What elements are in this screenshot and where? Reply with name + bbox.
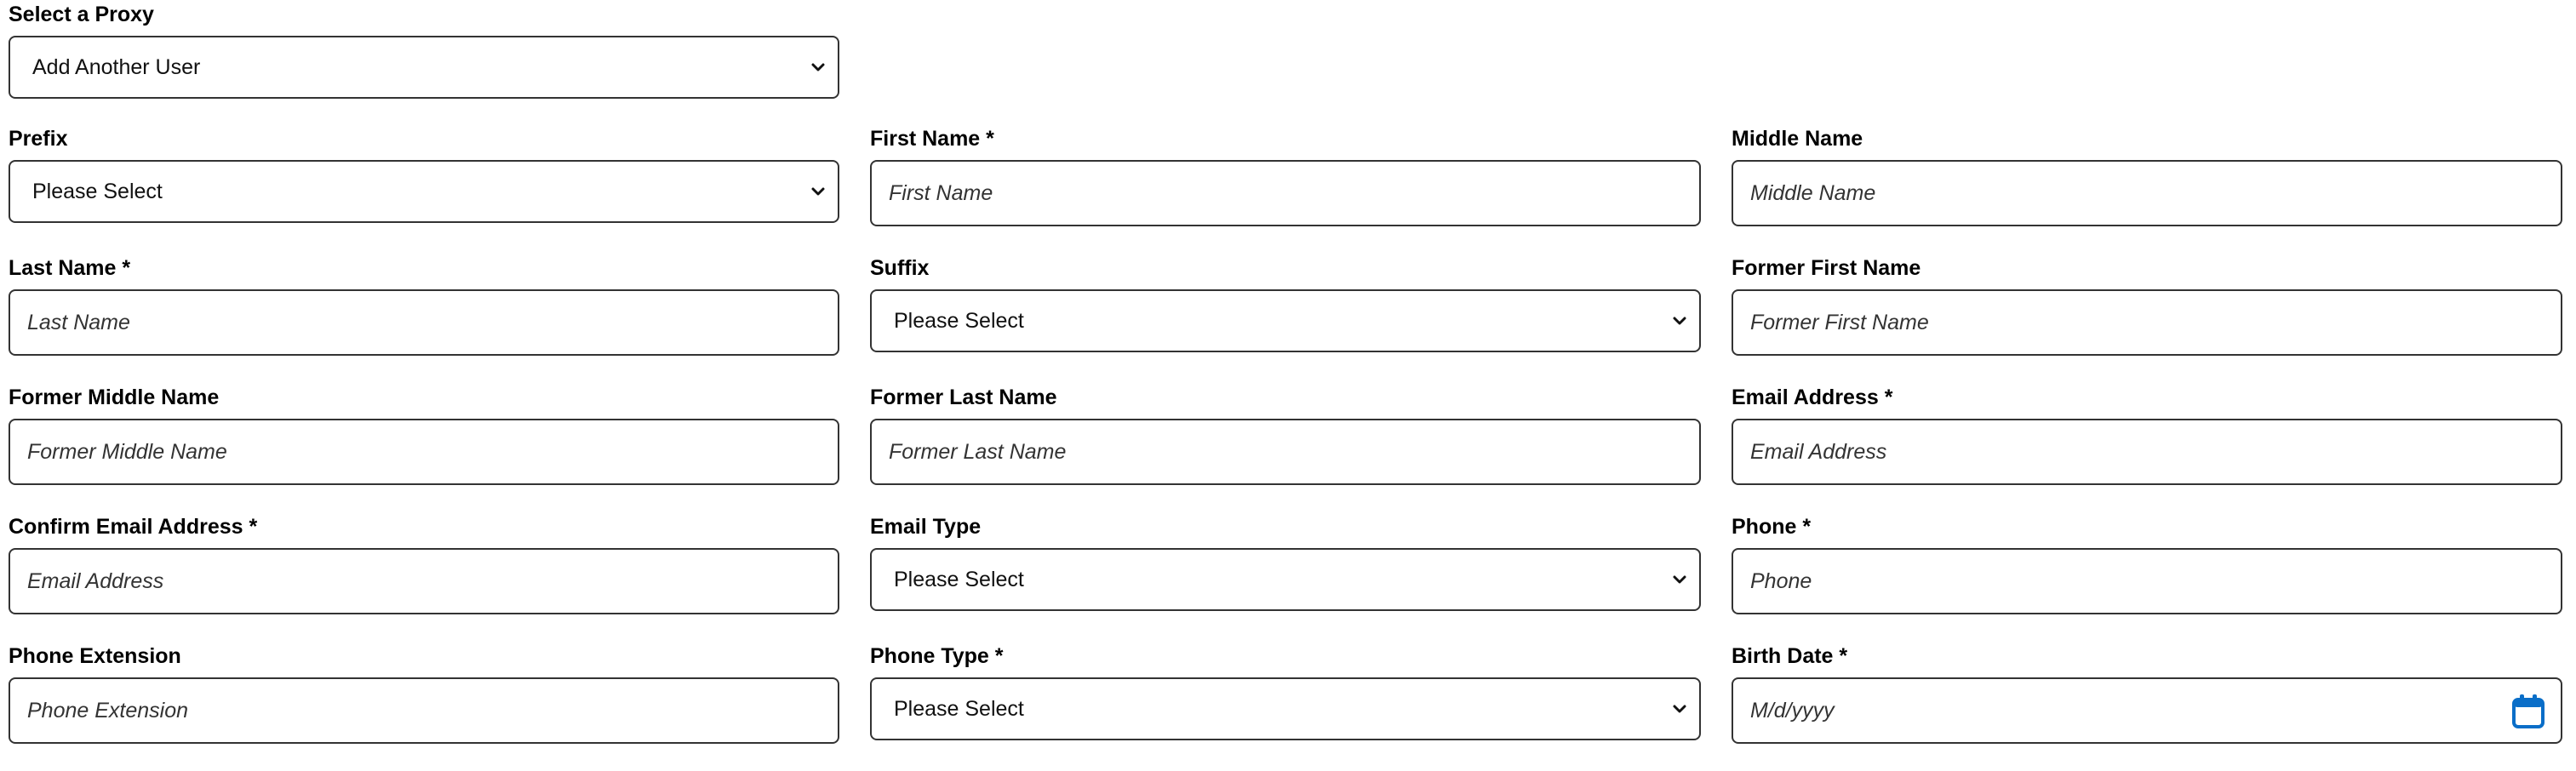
- phone-extension-label: Phone Extension: [9, 644, 181, 668]
- proxy-select[interactable]: Add Another User: [9, 36, 839, 99]
- email-address-input-wrapper: [1732, 419, 2562, 485]
- middle-name-input-wrapper: [1732, 160, 2562, 226]
- email-type-field: Email Type Please Select: [870, 512, 1701, 642]
- confirm-email-input[interactable]: [10, 550, 838, 613]
- phone-extension-field: Phone Extension: [9, 642, 839, 771]
- former-first-name-input-wrapper: [1732, 289, 2562, 356]
- last-name-input[interactable]: [10, 291, 838, 354]
- email-type-select[interactable]: Please Select: [870, 548, 1701, 611]
- former-middle-name-input-wrapper: [9, 419, 839, 485]
- last-name-field: Last Name *: [9, 254, 839, 383]
- former-middle-name-label: Former Middle Name: [9, 386, 220, 409]
- first-name-input-wrapper: [870, 160, 1701, 226]
- former-middle-name-field: Former Middle Name: [9, 383, 839, 512]
- confirm-email-label: Confirm Email Address *: [9, 515, 258, 539]
- proxy-select-value: Add Another User: [32, 55, 201, 79]
- proxy-field: Select a Proxy Add Another User: [9, 0, 839, 99]
- phone-input-wrapper: [1732, 548, 2562, 614]
- chevron-down-icon: [1673, 705, 1686, 713]
- first-name-input[interactable]: [872, 162, 1699, 225]
- middle-name-input[interactable]: [1733, 162, 2561, 225]
- birth-date-field: Birth Date *: [1732, 642, 2562, 771]
- birth-date-label: Birth Date *: [1732, 644, 1848, 668]
- phone-input[interactable]: [1733, 550, 2561, 613]
- phone-field: Phone *: [1732, 512, 2562, 642]
- phone-type-field: Phone Type * Please Select: [870, 642, 1701, 771]
- former-first-name-field: Former First Name: [1732, 254, 2562, 383]
- middle-name-field: Middle Name: [1732, 124, 2562, 254]
- last-name-input-wrapper: [9, 289, 839, 356]
- former-last-name-label: Former Last Name: [870, 386, 1057, 409]
- phone-type-label: Phone Type *: [870, 644, 1004, 668]
- email-type-select-value: Please Select: [894, 568, 1024, 591]
- suffix-select[interactable]: Please Select: [870, 289, 1701, 352]
- chevron-down-icon: [811, 63, 825, 71]
- former-middle-name-input[interactable]: [10, 420, 838, 483]
- prefix-field: Prefix Please Select: [9, 124, 839, 254]
- former-first-name-label: Former First Name: [1732, 256, 1921, 280]
- email-address-input[interactable]: [1733, 420, 2561, 483]
- birth-date-input-wrapper: [1732, 677, 2562, 744]
- former-last-name-field: Former Last Name: [870, 383, 1701, 512]
- phone-label: Phone *: [1732, 515, 1812, 539]
- email-address-label: Email Address *: [1732, 386, 1893, 409]
- email-type-label: Email Type: [870, 515, 982, 539]
- birth-date-input[interactable]: [1733, 679, 2561, 742]
- last-name-label: Last Name *: [9, 256, 131, 280]
- chevron-down-icon: [811, 187, 825, 196]
- suffix-select-value: Please Select: [894, 309, 1024, 333]
- chevron-down-icon: [1673, 317, 1686, 325]
- proxy-label: Select a Proxy: [9, 3, 154, 26]
- prefix-label: Prefix: [9, 127, 68, 151]
- phone-extension-input-wrapper: [9, 677, 839, 744]
- first-name-label: First Name *: [870, 127, 994, 151]
- former-last-name-input[interactable]: [872, 420, 1699, 483]
- form-grid: Prefix Please Select First Name * Middle…: [9, 124, 2562, 771]
- suffix-field: Suffix Please Select: [870, 254, 1701, 383]
- middle-name-label: Middle Name: [1732, 127, 1863, 151]
- chevron-down-icon: [1673, 575, 1686, 584]
- phone-type-select[interactable]: Please Select: [870, 677, 1701, 740]
- calendar-icon[interactable]: [2511, 694, 2545, 729]
- confirm-email-input-wrapper: [9, 548, 839, 614]
- email-address-field: Email Address *: [1732, 383, 2562, 512]
- phone-type-select-value: Please Select: [894, 697, 1024, 721]
- first-name-field: First Name *: [870, 124, 1701, 254]
- suffix-label: Suffix: [870, 256, 930, 280]
- prefix-select-value: Please Select: [32, 180, 163, 203]
- former-last-name-input-wrapper: [870, 419, 1701, 485]
- phone-extension-input[interactable]: [10, 679, 838, 742]
- former-first-name-input[interactable]: [1733, 291, 2561, 354]
- confirm-email-field: Confirm Email Address *: [9, 512, 839, 642]
- prefix-select[interactable]: Please Select: [9, 160, 839, 223]
